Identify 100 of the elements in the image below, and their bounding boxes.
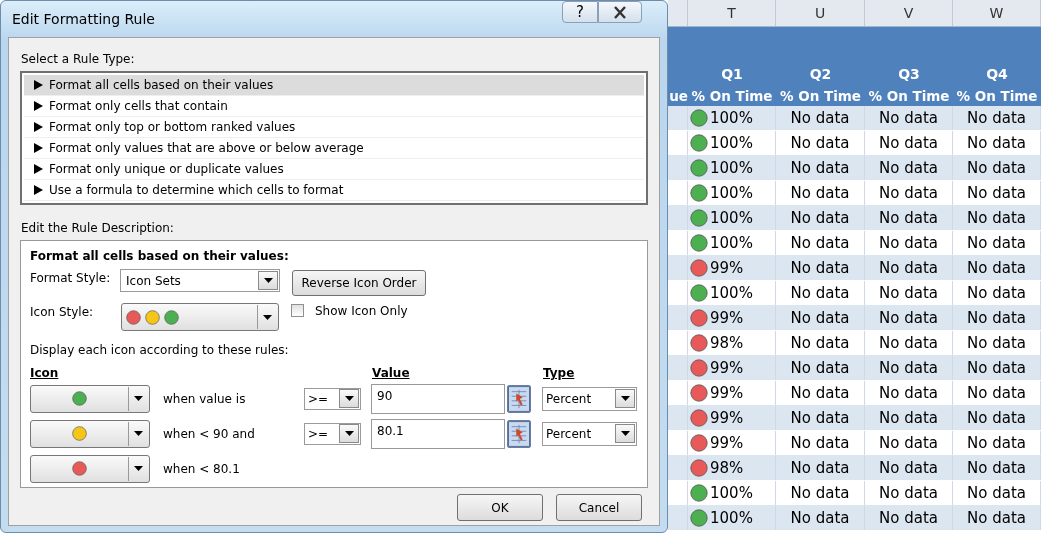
table-cell: 100% [688,156,776,180]
close-button[interactable] [598,1,642,23]
dropdown-button[interactable] [258,271,278,290]
icon-dropdown[interactable] [30,384,150,413]
table-cell: 100% [688,481,776,505]
checkbox-label: Show Icon Only [315,304,408,318]
table-cell: No data [953,331,1041,355]
table-cell: 100% [688,231,776,255]
table-cell: No data [865,506,953,530]
table-cell: 100% [688,131,776,155]
table-cell: No data [776,481,865,505]
table-cell: No data [776,131,865,155]
range-select-icon[interactable] [507,419,531,448]
table-cell: No data [776,456,865,480]
dropdown-button[interactable] [339,389,359,408]
format-style-dropdown[interactable]: Icon Sets [120,269,280,292]
table-cell: 99% [688,356,776,380]
table-cell: No data [953,481,1041,505]
header-text: ue [669,88,688,104]
caret-icon [134,431,143,436]
table-cell: No data [776,206,865,230]
rules-intro: Display each icon according to these rules: [30,343,290,357]
type-dropdown[interactable]: Percent [542,421,637,446]
table-cell: No data [865,456,953,480]
table-cell: No data [865,181,953,205]
field-label: Icon Style: [30,305,95,319]
dropdown-button[interactable] [615,424,635,443]
section-label: Edit the Rule Description: [21,221,175,235]
window-title: Edit Formatting Rule [12,11,156,27]
ok-button[interactable]: OK [457,494,543,521]
table-cell: No data [865,106,953,130]
dropdown-button[interactable] [615,389,635,408]
table-cell: 99% [688,256,776,280]
table-cell: No data [865,431,953,455]
value-field[interactable]: 90 [371,383,505,414]
table-cell: No data [953,431,1041,455]
reverse-icon-order-button[interactable]: Reverse Icon Order [292,270,426,296]
table-cell: 99% [688,406,776,430]
table-cell: No data [865,206,953,230]
rule-type-item[interactable]: Format only values that are above or below average [24,138,644,159]
table-cell: No data [865,356,953,380]
column-letter[interactable]: W [953,0,1041,26]
rule-type-item[interactable]: Format only top or bottom ranked values [24,117,644,138]
table-cell: 98% [688,331,776,355]
rule-type-item[interactable]: Format all cells based on their values [24,75,644,96]
table-cell: No data [865,281,953,305]
table-cell: No data [776,381,865,405]
table-cell: No data [865,306,953,330]
table-cell: No data [953,281,1041,305]
triangle-icon [34,143,43,153]
icon-style-dropdown[interactable] [121,303,279,331]
rule-type-item[interactable]: Use a formula to determine which cells to format [24,180,644,201]
table-cell: 100% [688,181,776,205]
rule-type-item[interactable]: Format only unique or duplicate values [24,159,644,180]
description-heading: Format all cells based on their values: [30,249,290,263]
table-cell: No data [953,456,1041,480]
column-letter[interactable]: U [776,0,865,26]
table-cell: 100% [688,206,776,230]
checkbox[interactable] [291,304,304,317]
caret-icon [134,396,143,401]
table-cell: 99% [688,381,776,405]
column-header: Q2 % On Time [778,65,863,106]
table-cell: No data [865,256,953,280]
value-field[interactable]: 80.1 [371,418,505,449]
column-header: Value [372,366,411,380]
table-cell: 100% [688,281,776,305]
table-cell: No data [953,381,1041,405]
type-dropdown[interactable]: Percent [542,386,637,411]
icon-dropdown[interactable] [30,454,150,483]
operator-dropdown[interactable]: >= [304,422,361,445]
caret-icon [263,278,273,283]
table-cell: 99% [688,431,776,455]
table-cell: No data [953,256,1041,280]
range-select-icon[interactable] [507,384,531,413]
table-cell: 99% [688,306,776,330]
triangle-icon [34,164,43,174]
table-cell: No data [865,131,953,155]
operator-dropdown[interactable]: >= [304,387,361,410]
help-button[interactable]: ? [562,1,598,23]
table-cell: No data [953,506,1041,530]
table-cell: No data [776,281,865,305]
table-cell: No data [776,331,865,355]
table-cell: No data [865,331,953,355]
table-cell: No data [865,381,953,405]
table-cell: No data [776,406,865,430]
table-cell: No data [776,356,865,380]
cancel-button[interactable]: Cancel [556,494,642,521]
column-header: Q1 % On Time [690,65,774,106]
table-cell: No data [776,106,865,130]
table-cell: No data [953,156,1041,180]
close-icon [613,5,627,19]
table-cell: No data [865,481,953,505]
rule-type-item[interactable]: Format only cells that contain [24,96,644,117]
column-letter[interactable]: V [865,0,953,26]
dropdown-button[interactable] [339,424,359,443]
icon-dropdown[interactable] [30,419,150,448]
section-label: Select a Rule Type: [21,52,136,66]
table-cell: No data [953,306,1041,330]
column-letter[interactable]: T [688,0,776,26]
caret-icon [344,396,354,401]
